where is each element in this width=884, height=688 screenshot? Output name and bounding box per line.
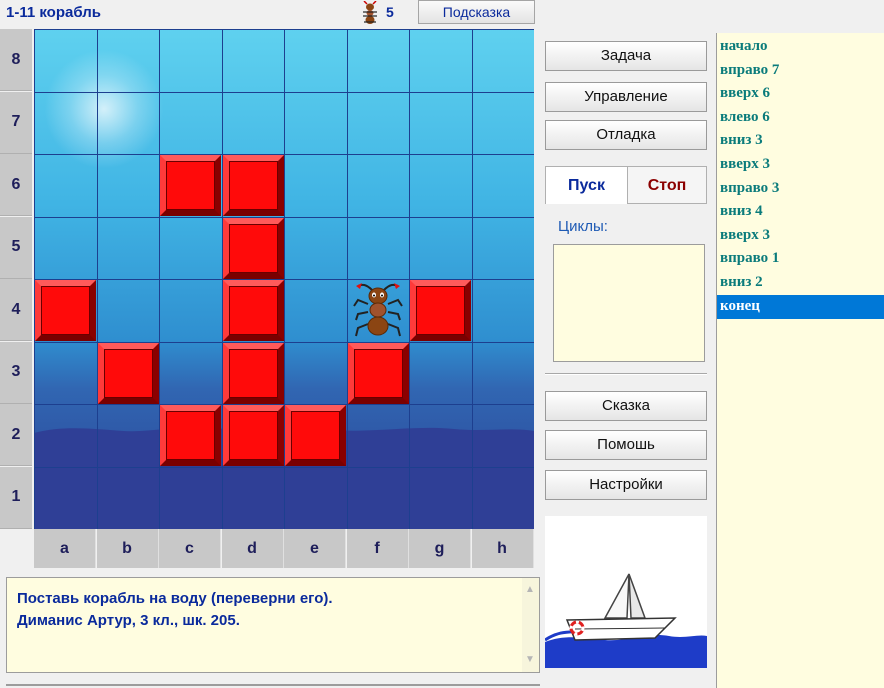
program-line[interactable]: вниз 3 <box>717 129 884 153</box>
col-label-a: a <box>34 529 96 568</box>
row-label-3: 3 <box>0 341 32 404</box>
block-d2 <box>222 405 284 466</box>
program-line[interactable]: вниз 4 <box>717 200 884 224</box>
message-box: Поставь корабль на воду (переверни его).… <box>6 577 540 673</box>
program-line[interactable]: конец <box>717 294 884 319</box>
program-line[interactable]: вверх 3 <box>717 153 884 177</box>
stop-button[interactable]: Стоп <box>628 167 706 204</box>
col-label-g: g <box>409 529 471 568</box>
cycles-input[interactable] <box>553 244 705 362</box>
block-f3 <box>347 342 409 404</box>
col-label-f: f <box>346 529 409 568</box>
status-divider <box>6 684 540 686</box>
grid-lines <box>34 29 534 529</box>
message-scrollbar[interactable]: ▲ ▼ <box>522 578 539 672</box>
run-stop-group: Пуск Стоп <box>545 166 707 204</box>
program-line[interactable]: вверх 6 <box>717 82 884 106</box>
row-label-5: 5 <box>0 216 32 279</box>
task-button[interactable]: Задача <box>545 41 707 71</box>
row-label-7: 7 <box>0 91 32 154</box>
message-line-1: Поставь корабль на воду (переверни его). <box>17 590 333 607</box>
help-button[interactable]: Помошь <box>545 430 707 460</box>
col-label-e: e <box>284 529 346 568</box>
program-line[interactable]: вправо 3 <box>717 177 884 201</box>
col-label-b: b <box>96 529 159 568</box>
level-title: 1-11 корабль <box>6 4 101 21</box>
scroll-down-icon[interactable]: ▼ <box>525 654 535 665</box>
program-line[interactable]: вниз 2 <box>717 271 884 295</box>
ant-icon <box>363 1 377 24</box>
block-e2 <box>285 405 346 466</box>
hint-button[interactable]: Подсказка <box>418 0 535 24</box>
program-line[interactable]: начало <box>717 35 884 59</box>
settings-button[interactable]: Настройки <box>545 470 707 500</box>
ant-counter: 5 <box>356 1 416 25</box>
tale-button[interactable]: Сказка <box>545 391 707 421</box>
game-board <box>34 29 534 529</box>
block-d5 <box>222 217 284 279</box>
block-d6 <box>222 155 284 216</box>
col-label-c: c <box>159 529 221 568</box>
sailboat-picture <box>545 516 707 668</box>
block-a4 <box>35 280 96 341</box>
row-label-4: 4 <box>0 279 32 341</box>
program-line[interactable]: вправо 7 <box>717 59 884 83</box>
block-b3 <box>97 342 159 404</box>
ant-icon <box>352 283 403 337</box>
block-d4 <box>222 280 284 341</box>
col-label-d: d <box>221 529 284 568</box>
col-label-h: h <box>471 529 534 568</box>
run-button[interactable]: Пуск <box>546 167 628 204</box>
program-line[interactable]: влево 6 <box>717 106 884 130</box>
message-line-2: Диманис Артур, 3 кл., шк. 205. <box>17 612 240 629</box>
cycles-label: Циклы: <box>558 218 608 235</box>
row-label-6: 6 <box>0 154 32 216</box>
row-label-1: 1 <box>0 466 32 529</box>
block-g4 <box>410 280 471 341</box>
row-label-8: 8 <box>0 29 32 91</box>
block-d3 <box>222 342 284 404</box>
block-c2 <box>160 405 221 466</box>
debug-button[interactable]: Отладка <box>545 120 707 150</box>
scroll-up-icon[interactable]: ▲ <box>525 584 535 595</box>
divider <box>545 373 707 375</box>
program-list[interactable]: начало вправо 7 вверх 6 влево 6 вниз 3 вверх … <box>716 33 884 688</box>
program-line[interactable]: вверх 3 <box>717 224 884 248</box>
program-line[interactable]: вправо 1 <box>717 247 884 271</box>
block-c6 <box>160 155 221 216</box>
control-button[interactable]: Управление <box>545 82 707 112</box>
row-label-2: 2 <box>0 404 32 466</box>
ant-count: 5 <box>386 4 394 20</box>
